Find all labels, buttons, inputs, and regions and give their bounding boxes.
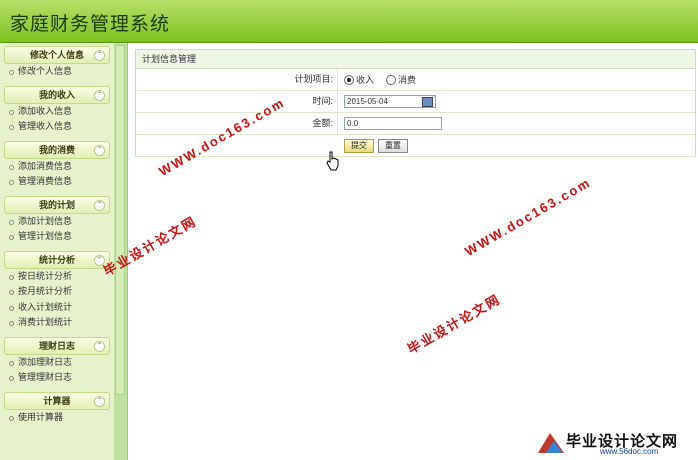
hand-cursor-icon	[326, 151, 339, 171]
watermark-site-name: 毕业设计论文网	[404, 291, 504, 357]
collapse-icon[interactable]: ⌃	[94, 395, 105, 407]
section-header-log[interactable]: 理财日志 ⌃	[4, 336, 110, 355]
radio-expense-label: 消费	[398, 75, 417, 85]
sidebar-section-profile: 修改个人信息 ⌃ 修改个人信息	[4, 46, 110, 80]
section-header-calculator[interactable]: 计算器 ⌃	[4, 391, 110, 410]
date-value: 2015-05-04	[347, 97, 388, 106]
calendar-icon[interactable]	[422, 97, 433, 107]
main-panel: 计划信息管理 计划项目: 收入 消费 时间: 2015-05-04 金额: 0.…	[135, 49, 696, 157]
sidebar-section-calculator: 计算器 ⌃ 使用计算器	[4, 391, 110, 426]
sidebar-item-add-log[interactable]: 添加理财日志	[4, 355, 110, 371]
sidebar-item-add-plan[interactable]: 添加计划信息	[4, 214, 110, 230]
logo-emblem-icon	[538, 433, 564, 453]
sidebar-item-use-calculator[interactable]: 使用计算器	[4, 410, 110, 426]
reset-button[interactable]: 重置	[378, 138, 408, 153]
radio-expense[interactable]: 消费	[386, 73, 416, 86]
panel-title: 计划信息管理	[135, 49, 696, 69]
radio-selected-icon[interactable]	[344, 74, 354, 85]
logo-url: www.56doc.com	[600, 447, 659, 456]
sidebar-section-expense: 我的消费 ⌃ 添加消费信息 管理消费信息	[4, 140, 110, 190]
app-title: 家庭财务管理系统	[10, 13, 171, 35]
section-header-profile[interactable]: 修改个人信息 ⌃	[4, 46, 110, 64]
section-title: 理财日志	[38, 340, 75, 351]
sidebar-section-plan: 我的计划 ⌃ 添加计划信息 管理计划信息	[4, 195, 110, 245]
collapse-icon[interactable]: ⌃	[94, 340, 105, 352]
sidebar-item-add-income[interactable]: 添加收入信息	[4, 104, 110, 120]
collapse-icon[interactable]: ⌃	[94, 254, 105, 266]
plan-form: 计划项目: 收入 消费 时间: 2015-05-04 金额: 0.0 提交 重置	[135, 69, 696, 157]
radio-income-label: 收入	[356, 75, 375, 85]
sidebar-item-monthly-stats[interactable]: 按月统计分析	[4, 284, 110, 300]
section-title: 我的消费	[38, 144, 75, 155]
collapse-icon[interactable]: ⌃	[94, 144, 105, 156]
sidebar-item-income-plan-stats[interactable]: 收入计划统计	[4, 300, 110, 316]
site-logo: 毕业设计论文网 www.56doc.com	[536, 427, 696, 458]
section-title: 统计分析	[38, 254, 75, 265]
sidebar-item-manage-income[interactable]: 管理收入信息	[4, 119, 110, 135]
sidebar-section-log: 理财日志 ⌃ 添加理财日志 管理理财日志	[4, 336, 110, 386]
section-header-income[interactable]: 我的收入 ⌃	[4, 85, 110, 104]
form-row-buttons: 提交 重置	[136, 135, 695, 157]
sidebar-item-manage-plan[interactable]: 管理计划信息	[4, 229, 110, 245]
sidebar: 修改个人信息 ⌃ 修改个人信息 我的收入 ⌃ 添加收入信息 管理收入信息 我的消费 ⌃…	[0, 43, 115, 460]
section-title: 我的计划	[38, 199, 75, 210]
sidebar-section-income: 我的收入 ⌃ 添加收入信息 管理收入信息	[4, 85, 110, 135]
form-row-time: 时间: 2015-05-04	[136, 91, 695, 113]
plan-type-label: 计划项目:	[136, 69, 338, 90]
form-row-amount: 金额: 0.0	[136, 113, 695, 135]
amount-label: 金额:	[136, 113, 338, 134]
section-header-plan[interactable]: 我的计划 ⌃	[4, 195, 110, 214]
sidebar-item-add-expense[interactable]: 添加消费信息	[4, 159, 110, 175]
time-label: 时间:	[136, 91, 338, 112]
section-title: 修改个人信息	[29, 50, 84, 60]
collapse-icon[interactable]: ⌃	[94, 199, 105, 211]
section-header-stats[interactable]: 统计分析 ⌃	[4, 250, 110, 269]
section-title: 计算器	[43, 395, 71, 406]
section-header-expense[interactable]: 我的消费 ⌃	[4, 140, 110, 159]
sidebar-item-expense-plan-stats[interactable]: 消费计划统计	[4, 315, 110, 331]
collapse-icon[interactable]: ⌃	[94, 89, 105, 101]
sidebar-item-manage-expense[interactable]: 管理消费信息	[4, 174, 110, 190]
header-bar: 家庭财务管理系统	[0, 0, 698, 43]
sidebar-item-daily-stats[interactable]: 按日统计分析	[4, 269, 110, 285]
sidebar-item-manage-log[interactable]: 管理理财日志	[4, 370, 110, 386]
form-row-plan-type: 计划项目: 收入 消费	[136, 69, 695, 91]
scrollbar-thumb[interactable]	[115, 45, 125, 395]
amount-input[interactable]: 0.0	[344, 117, 442, 130]
radio-income[interactable]: 收入	[344, 73, 374, 86]
section-title: 我的收入	[38, 89, 75, 100]
submit-button[interactable]: 提交	[344, 138, 374, 153]
date-input[interactable]: 2015-05-04	[344, 95, 436, 108]
radio-unselected-icon[interactable]	[386, 74, 397, 85]
watermark-url: WWW.doc163.com	[462, 174, 594, 259]
sidebar-section-stats: 统计分析 ⌃ 按日统计分析 按月统计分析 收入计划统计 消费计划统计	[4, 250, 110, 331]
collapse-icon[interactable]: ⌃	[94, 50, 105, 61]
sidebar-item-edit-profile[interactable]: 修改个人信息	[4, 64, 110, 80]
sidebar-scrollbar[interactable]	[114, 43, 128, 460]
